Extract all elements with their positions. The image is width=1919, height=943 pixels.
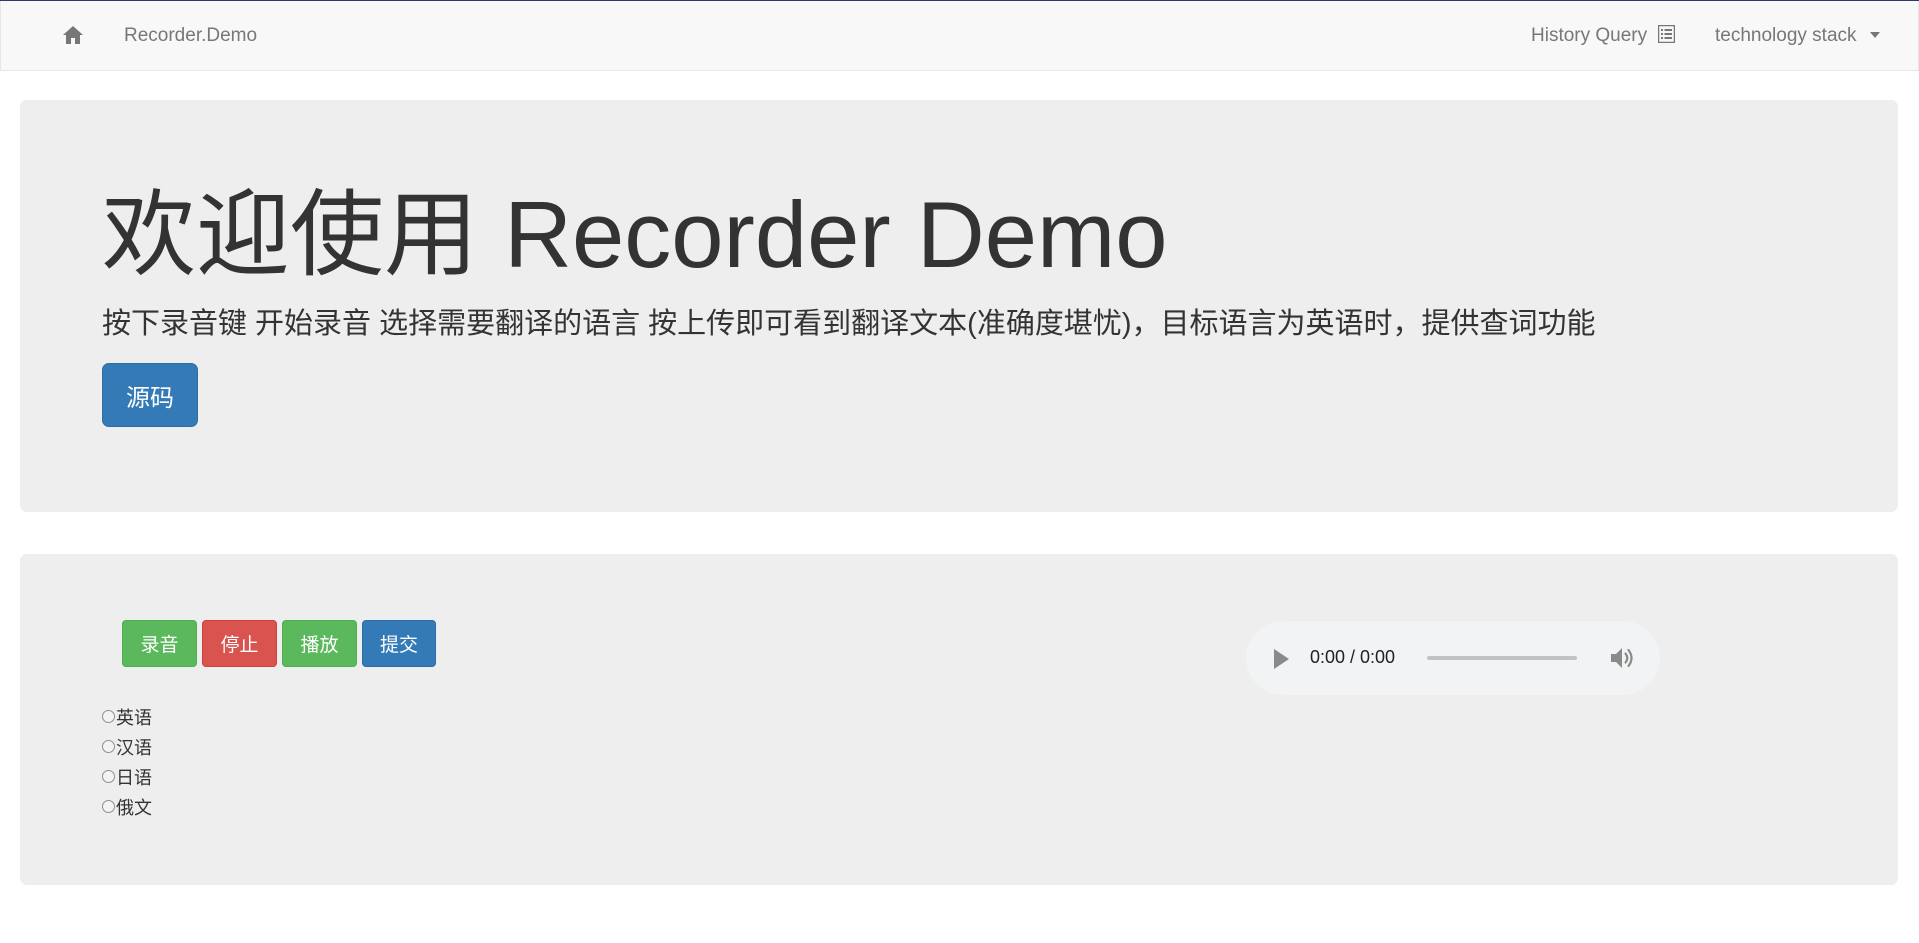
audio-time: 0:00 / 0:00 bbox=[1310, 647, 1396, 667]
source-code-button[interactable]: 源码 bbox=[102, 363, 198, 427]
history-query-label: History Query bbox=[1531, 25, 1648, 46]
page-description: 按下录音键 开始录音 选择需要翻译的语言 按上传即可看到翻译文本(准确度堪忧)，… bbox=[102, 308, 1596, 340]
page-title: 欢迎使用 Recorder Demo bbox=[102, 182, 1168, 287]
radio-chinese[interactable] bbox=[102, 740, 115, 753]
record-button[interactable]: 录音 bbox=[122, 620, 197, 667]
audio-progress-slider[interactable] bbox=[1427, 656, 1577, 660]
radio-japanese[interactable] bbox=[102, 770, 115, 783]
navbar-brand[interactable]: Recorder.Demo bbox=[124, 25, 257, 47]
navbar: Recorder.Demo History Query technology s… bbox=[0, 1, 1919, 71]
language-option-russian[interactable]: 俄文 bbox=[102, 794, 152, 824]
caret-down-icon bbox=[1869, 32, 1880, 38]
radio-russian[interactable] bbox=[102, 800, 115, 813]
audio-player: 0:00 / 0:00 bbox=[1246, 621, 1660, 695]
play-icon[interactable] bbox=[1274, 649, 1289, 669]
language-option-japanese[interactable]: 日语 bbox=[102, 764, 152, 794]
home-icon[interactable] bbox=[62, 24, 84, 46]
language-label-russian: 俄文 bbox=[116, 798, 152, 818]
language-option-english[interactable]: 英语 bbox=[102, 704, 152, 734]
volume-icon[interactable] bbox=[1609, 645, 1637, 671]
radio-english[interactable] bbox=[102, 710, 115, 723]
language-label-japanese: 日语 bbox=[116, 768, 152, 788]
list-alt-icon bbox=[1658, 24, 1676, 49]
language-label-english: 英语 bbox=[116, 708, 152, 728]
language-option-chinese[interactable]: 汉语 bbox=[102, 734, 152, 764]
language-label-chinese: 汉语 bbox=[116, 738, 152, 758]
technology-stack-dropdown[interactable]: technology stack bbox=[1715, 25, 1880, 47]
stop-button[interactable]: 停止 bbox=[202, 620, 277, 667]
play-button[interactable]: 播放 bbox=[282, 620, 357, 667]
history-query-link[interactable]: History Query bbox=[1531, 24, 1676, 49]
submit-button[interactable]: 提交 bbox=[362, 620, 436, 667]
language-options: 英语 汉语 日语 俄文 bbox=[102, 704, 152, 824]
jumbotron: 欢迎使用 Recorder Demo 按下录音键 开始录音 选择需要翻译的语言 … bbox=[20, 100, 1898, 512]
recorder-panel: 录音 停止 播放 提交 英语 汉语 日语 俄文 0:00 / 0:00 bbox=[20, 554, 1898, 885]
technology-stack-label: technology stack bbox=[1715, 25, 1857, 46]
